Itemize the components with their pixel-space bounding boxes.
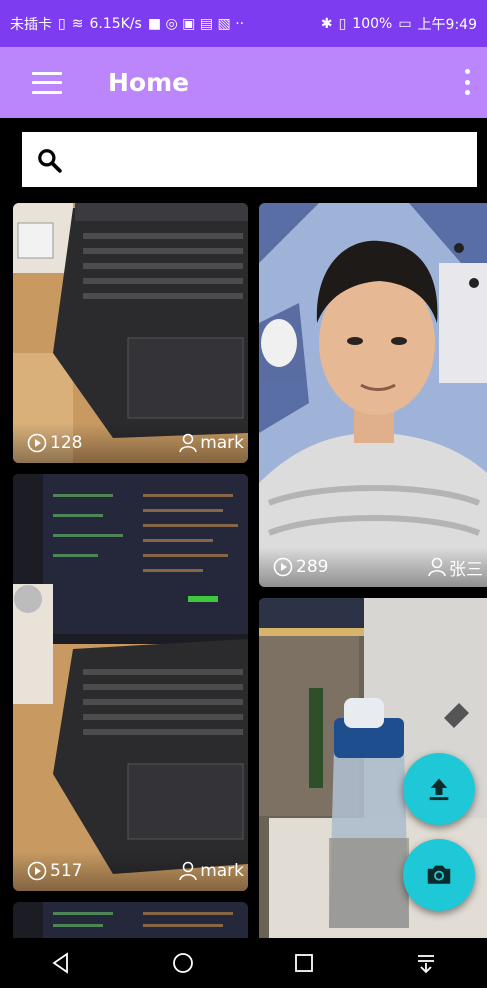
video-card[interactable]: 128 mark <box>13 203 248 463</box>
play-icon <box>27 433 47 453</box>
view-count: 517 <box>50 861 83 881</box>
author-name: mark <box>200 861 244 881</box>
view-count: 289 <box>296 557 329 577</box>
battery-percent: 100% <box>352 15 393 32</box>
video-meta: 128 mark <box>13 423 248 463</box>
upload-icon <box>429 778 449 801</box>
user-icon <box>179 433 197 453</box>
user-icon <box>428 557 446 577</box>
search-bar[interactable] <box>22 131 477 188</box>
upload-button[interactable] <box>403 753 475 825</box>
app-bar: Home <box>0 47 487 118</box>
carrier-label: 未插卡 <box>10 16 52 33</box>
camera-button[interactable] <box>403 839 475 911</box>
page-title: Home <box>108 68 190 97</box>
home-button[interactable] <box>153 943 213 983</box>
video-meta: 289 张三 <box>259 547 487 587</box>
home-icon <box>172 953 193 973</box>
author-name: mark <box>200 433 244 453</box>
notification-pull-button[interactable] <box>396 943 456 983</box>
video-thumbnail <box>13 474 248 891</box>
recents-button[interactable] <box>274 943 334 983</box>
pull-down-icon <box>418 955 435 974</box>
more-vert-icon[interactable] <box>465 69 471 95</box>
video-thumbnail <box>259 203 487 587</box>
search-input[interactable] <box>72 131 477 188</box>
status-bar: 未插卡 ▯ ≋ 6.15K/s ■ ◎ ▣ ▤ ▧ ·· ✱ ▯ 100% ▭ … <box>0 0 487 47</box>
user-icon <box>179 861 197 881</box>
wifi-icon: ≋ <box>71 15 84 32</box>
video-meta: 517 mark <box>13 851 248 891</box>
vibrate-icon: ▯ <box>338 15 347 32</box>
view-count: 128 <box>50 433 83 453</box>
author-name: 张三 <box>449 559 483 580</box>
bluetooth-icon: ✱ <box>320 15 333 32</box>
play-icon <box>273 557 293 577</box>
back-icon <box>52 952 68 974</box>
video-card[interactable]: 289 张三 <box>259 203 487 587</box>
hamburger-icon[interactable] <box>32 71 62 94</box>
navigation-bar <box>0 938 487 988</box>
battery-icon: ▭ <box>398 15 412 32</box>
search-icon <box>38 148 62 173</box>
recents-icon <box>295 954 314 972</box>
camera-icon <box>427 865 451 884</box>
video-card[interactable]: 517 mark <box>13 474 248 891</box>
play-icon <box>27 861 47 881</box>
back-button[interactable] <box>31 943 91 983</box>
sim-icon: ▯ <box>58 15 66 32</box>
network-speed: 6.15K/s <box>89 15 142 32</box>
clock: 上午9:49 <box>417 16 477 33</box>
notification-icons: ■ ◎ ▣ ▤ ▧ ·· <box>147 15 245 32</box>
